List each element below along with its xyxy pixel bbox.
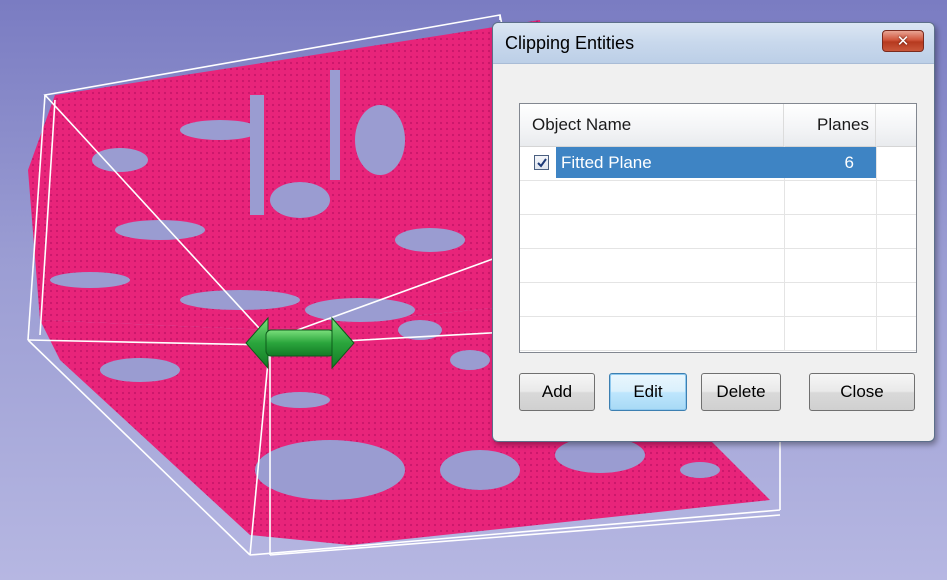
table-row[interactable]: Fitted Plane 6 xyxy=(520,146,916,181)
column-divider xyxy=(876,316,877,350)
column-header-object-name[interactable]: Object Name xyxy=(520,104,784,146)
column-divider xyxy=(876,146,877,180)
add-button[interactable]: Add xyxy=(519,373,595,411)
column-divider xyxy=(784,248,785,282)
empty-row xyxy=(520,248,916,283)
close-x-icon[interactable]: ✕ xyxy=(882,30,924,52)
checkmark-icon xyxy=(536,157,547,168)
delete-button[interactable]: Delete xyxy=(701,373,781,411)
empty-row xyxy=(520,214,916,249)
column-divider xyxy=(876,282,877,316)
empty-row xyxy=(520,282,916,317)
column-divider xyxy=(784,180,785,214)
column-divider xyxy=(784,214,785,248)
column-header-planes[interactable]: Planes xyxy=(784,104,876,146)
list-header: Object Name Planes xyxy=(520,104,916,147)
dialog-titlebar[interactable]: Clipping Entities ✕ xyxy=(493,23,934,64)
column-divider xyxy=(876,214,877,248)
edit-button[interactable]: Edit xyxy=(609,373,687,411)
close-button[interactable]: Close xyxy=(809,373,915,411)
dialog-title: Clipping Entities xyxy=(505,33,635,53)
column-divider xyxy=(784,282,785,316)
row-checkbox[interactable] xyxy=(534,155,549,170)
row-object-name: Fitted Plane xyxy=(556,147,784,178)
clipping-entities-dialog: Clipping Entities ✕ Object Name Planes F… xyxy=(492,22,935,442)
column-divider xyxy=(876,180,877,214)
row-planes-count: 6 xyxy=(784,147,876,178)
empty-row xyxy=(520,316,916,351)
column-divider xyxy=(784,316,785,350)
empty-row xyxy=(520,180,916,215)
clipping-entities-list[interactable]: Object Name Planes Fitted Plane 6 xyxy=(519,103,917,353)
column-divider xyxy=(876,248,877,282)
